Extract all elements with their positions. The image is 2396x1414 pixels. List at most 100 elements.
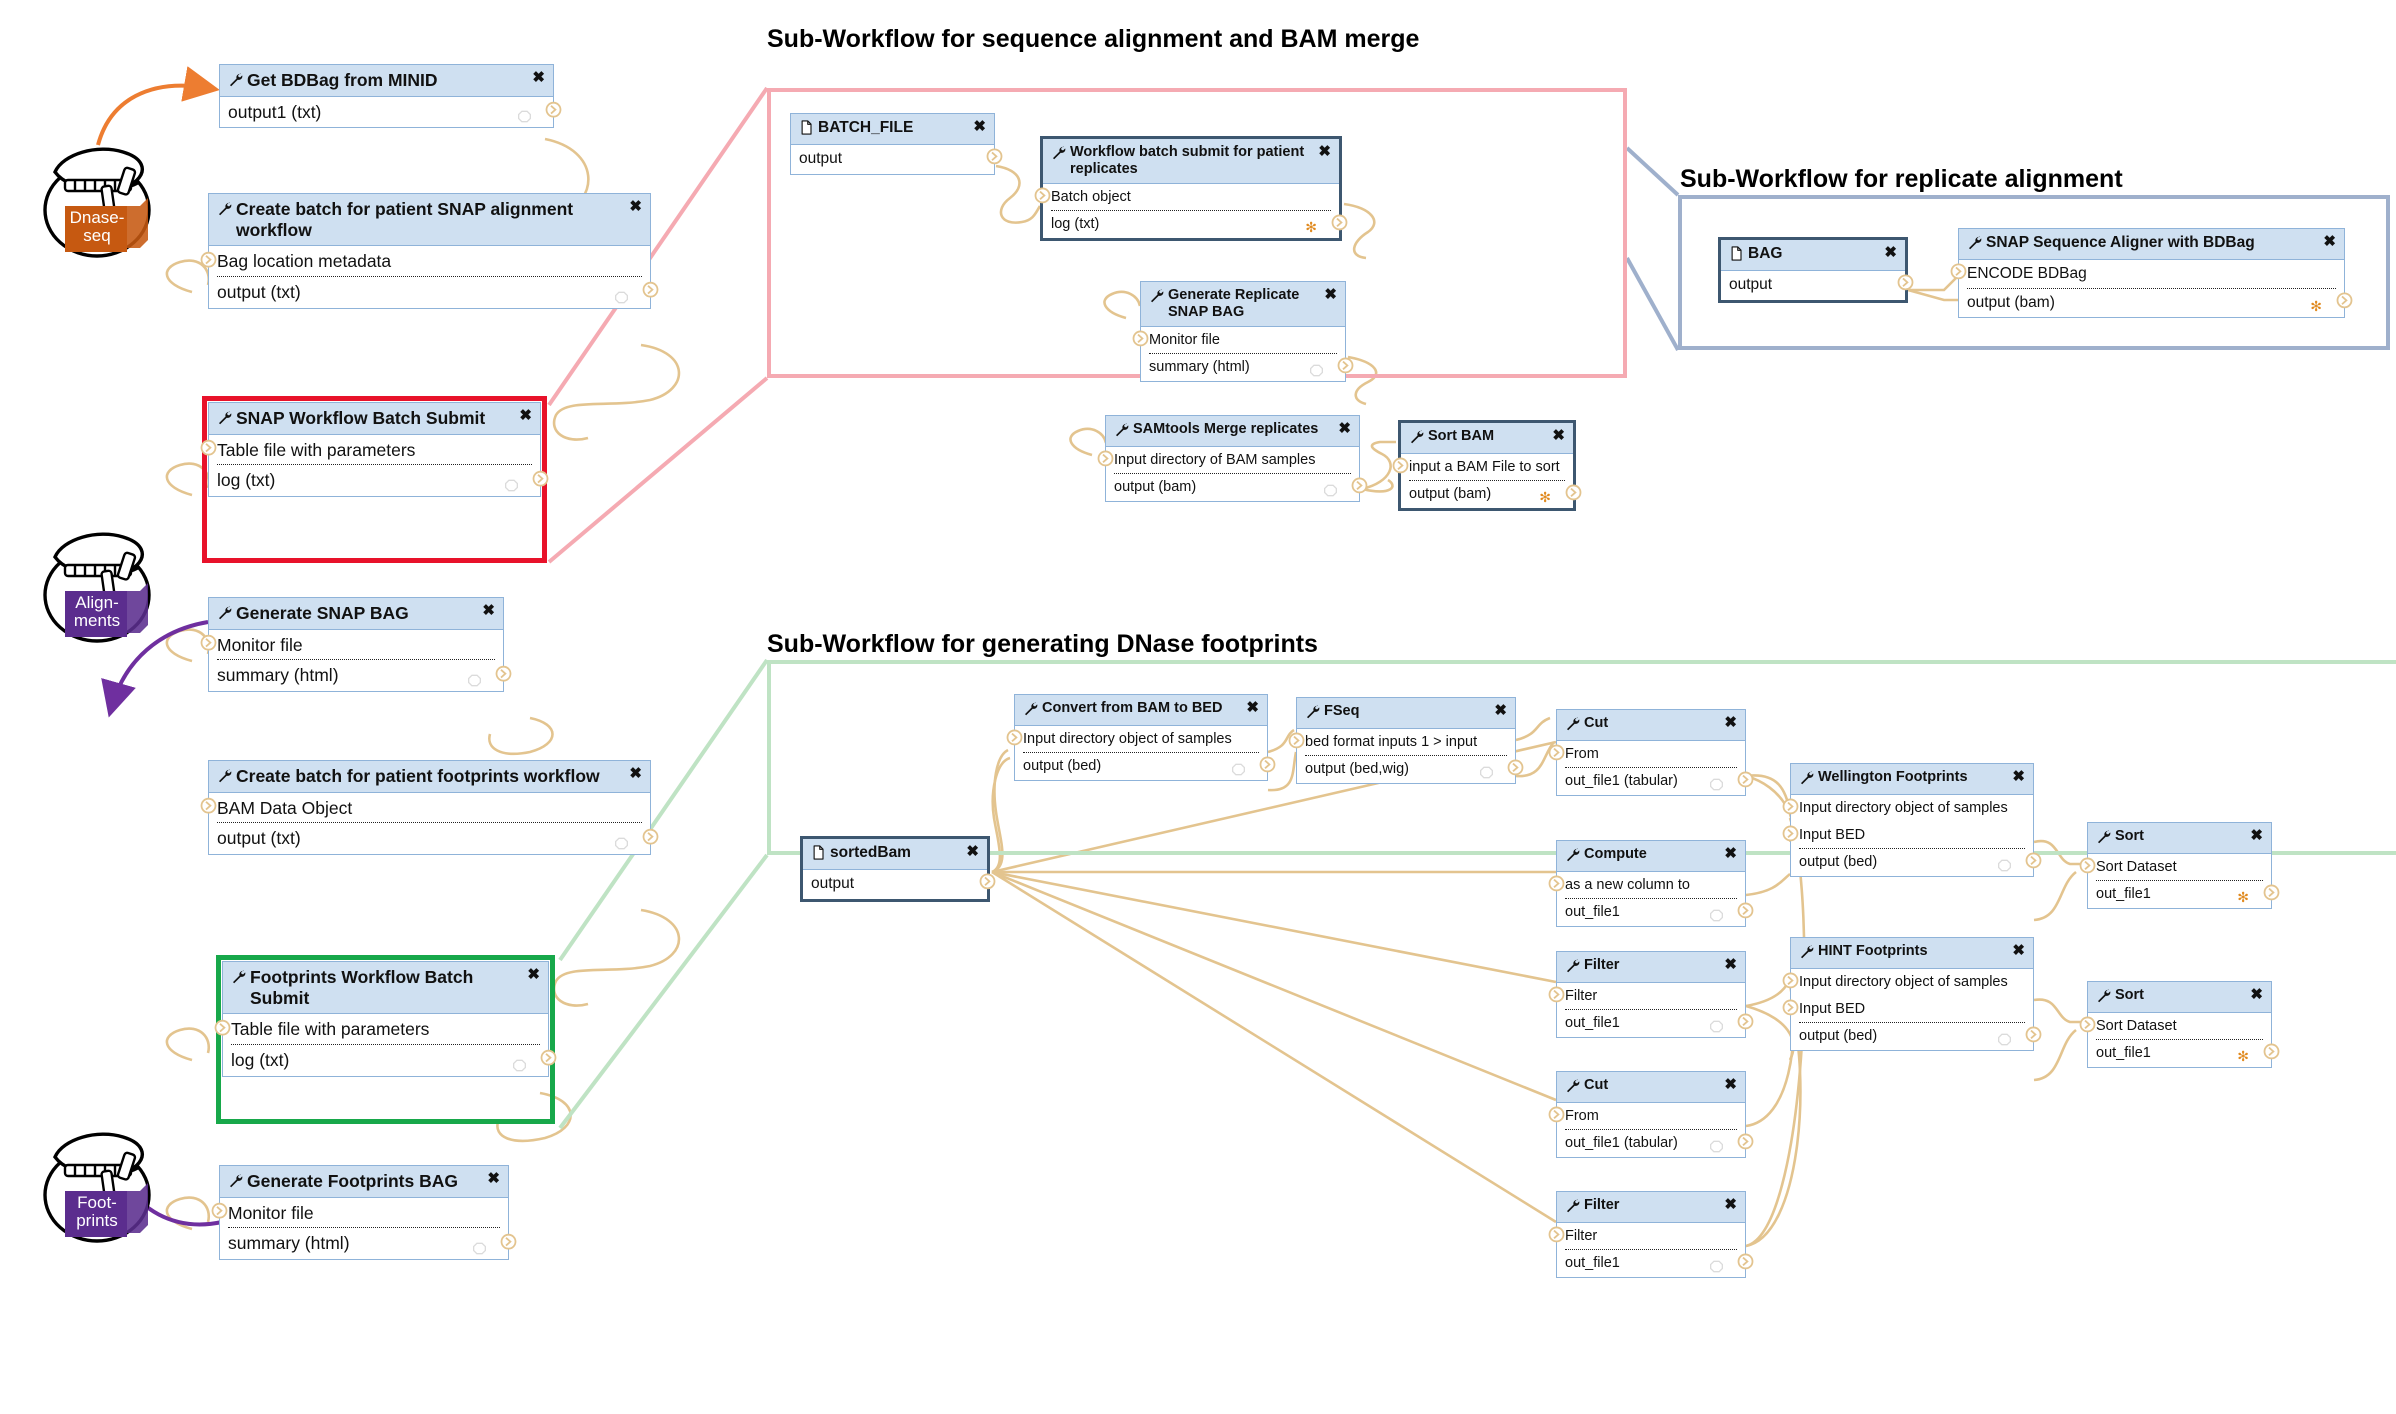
node-header[interactable]: SNAP Sequence Aligner with BDBag ✖ bbox=[1959, 229, 2344, 261]
output-port-icon[interactable] bbox=[642, 828, 659, 850]
close-icon[interactable]: ✖ bbox=[527, 966, 540, 984]
input-port-icon[interactable] bbox=[2079, 857, 2096, 879]
output-port-icon[interactable] bbox=[1351, 477, 1368, 499]
node-create-batch-footprints[interactable]: Create batch for patient footprints work… bbox=[200, 760, 659, 855]
node-header[interactable]: Cut ✖ bbox=[1557, 710, 1745, 742]
node-footprints-workflow-batch-submit[interactable]: Footprints Workflow Batch Submit ✖ Table f… bbox=[214, 961, 557, 1077]
node-header[interactable]: Filter ✖ bbox=[1557, 952, 1745, 984]
close-icon[interactable]: ✖ bbox=[532, 69, 545, 87]
output-port-icon[interactable] bbox=[2263, 1043, 2280, 1065]
close-icon[interactable]: ✖ bbox=[629, 198, 642, 216]
close-icon[interactable]: ✖ bbox=[1724, 956, 1737, 974]
node-row[interactable]: summary (html) bbox=[220, 1228, 517, 1259]
node-header[interactable]: Workflow batch submit for patient replic… bbox=[1043, 139, 1339, 185]
output-port-icon[interactable] bbox=[1737, 771, 1754, 793]
node-row[interactable]: out_file1 (tabular) bbox=[1557, 1130, 1754, 1157]
node-row[interactable]: ENCODE BDBag bbox=[1950, 260, 2344, 289]
node-row[interactable]: From bbox=[1548, 741, 1745, 769]
node-row[interactable]: output (bed) bbox=[1015, 753, 1276, 780]
output-port-icon[interactable] bbox=[1331, 214, 1348, 236]
input-port-icon[interactable] bbox=[200, 634, 217, 656]
input-port-icon[interactable] bbox=[1392, 457, 1409, 479]
node-row[interactable]: log (txt) ✻ bbox=[1043, 211, 1348, 238]
node-samtools-merge-replicates[interactable]: SAMtools Merge replicates ✖ Input director… bbox=[1097, 415, 1368, 503]
close-icon[interactable]: ✖ bbox=[487, 1170, 500, 1188]
close-icon[interactable]: ✖ bbox=[1724, 1076, 1737, 1094]
output-port-icon[interactable] bbox=[1737, 1013, 1754, 1035]
close-icon[interactable]: ✖ bbox=[1552, 427, 1565, 445]
node-sort-2[interactable]: Sort ✖ Sort Dataset out_file1 ✻ bbox=[2079, 981, 2280, 1069]
node-header[interactable]: Create batch for patient SNAP alignment … bbox=[209, 194, 650, 247]
node-hint-footprints[interactable]: HINT Footprints ✖ Input directory object o… bbox=[1782, 937, 2042, 1052]
output-port-icon[interactable] bbox=[500, 1233, 517, 1255]
node-row[interactable]: output bbox=[803, 870, 996, 898]
node-header[interactable]: HINT Footprints ✖ bbox=[1791, 938, 2033, 970]
close-icon[interactable]: ✖ bbox=[1724, 714, 1737, 732]
close-icon[interactable]: ✖ bbox=[966, 843, 979, 861]
node-row[interactable]: out_file1 bbox=[1557, 1010, 1754, 1037]
node-header[interactable]: Wellington Footprints ✖ bbox=[1791, 764, 2033, 796]
output-port-icon[interactable] bbox=[545, 101, 562, 123]
close-icon[interactable]: ✖ bbox=[519, 407, 532, 425]
output-port-icon[interactable] bbox=[1337, 357, 1354, 379]
input-port-icon[interactable] bbox=[1548, 875, 1565, 897]
input-port-icon[interactable] bbox=[200, 797, 217, 819]
output-port-icon[interactable] bbox=[1897, 274, 1914, 296]
node-header[interactable]: Compute ✖ bbox=[1557, 841, 1745, 873]
node-generate-footprints-bag[interactable]: Generate Footprints BAG ✖ Monitor file summ… bbox=[211, 1165, 517, 1260]
node-row[interactable]: Table file with parameters bbox=[200, 435, 540, 466]
input-port-icon[interactable] bbox=[211, 1202, 228, 1224]
node-row[interactable]: Filter bbox=[1548, 983, 1745, 1011]
node-row[interactable]: Input directory of BAM samples bbox=[1097, 447, 1359, 475]
input-port-icon[interactable] bbox=[1132, 330, 1149, 352]
input-port-icon[interactable] bbox=[200, 251, 217, 273]
node-header[interactable]: Footprints Workflow Batch Submit ✖ bbox=[223, 962, 548, 1015]
node-generate-replicate-snap-bag[interactable]: Generate Replicate SNAP BAG ✖ Monitor file… bbox=[1132, 281, 1354, 383]
close-icon[interactable]: ✖ bbox=[2250, 827, 2263, 845]
node-header[interactable]: Generate SNAP BAG ✖ bbox=[209, 598, 503, 630]
node-header[interactable]: sortedBam ✖ bbox=[803, 839, 987, 871]
node-get-bdbag-from-minid[interactable]: Get BDBag from MINID ✖ output1 (txt) bbox=[219, 64, 562, 129]
node-bag-input[interactable]: BAG ✖ output bbox=[1718, 237, 1914, 303]
node-filter-1[interactable]: Filter ✖ Filter out_file1 bbox=[1548, 951, 1754, 1039]
node-row[interactable]: output (bam) ✻ bbox=[1959, 289, 2353, 317]
close-icon[interactable]: ✖ bbox=[2250, 986, 2263, 1004]
node-header[interactable]: Sort ✖ bbox=[2088, 823, 2271, 855]
node-row[interactable]: output bbox=[1721, 271, 1914, 299]
node-row[interactable]: output (bed,wig) bbox=[1297, 756, 1524, 783]
close-icon[interactable]: ✖ bbox=[1494, 702, 1507, 720]
node-header[interactable]: BATCH_FILE ✖ bbox=[791, 114, 994, 146]
input-port-icon[interactable] bbox=[1782, 972, 1799, 994]
output-port-icon[interactable] bbox=[540, 1049, 557, 1071]
node-header[interactable]: Filter ✖ bbox=[1557, 1192, 1745, 1224]
node-create-batch-snap[interactable]: Create batch for patient SNAP alignment … bbox=[200, 193, 659, 309]
output-port-icon[interactable] bbox=[1737, 902, 1754, 924]
node-row[interactable]: output (txt) bbox=[209, 277, 659, 308]
output-port-icon[interactable] bbox=[979, 873, 996, 895]
node-cut-2[interactable]: Cut ✖ From out_file1 (tabular) bbox=[1548, 1071, 1754, 1159]
input-port-icon[interactable] bbox=[200, 439, 217, 461]
output-port-icon[interactable] bbox=[642, 281, 659, 303]
node-row[interactable]: BAM Data Object bbox=[200, 793, 650, 824]
output-port-icon[interactable] bbox=[1737, 1133, 1754, 1155]
node-row[interactable]: log (txt) bbox=[209, 465, 549, 496]
output-port-icon[interactable] bbox=[1737, 1253, 1754, 1275]
node-snap-sequence-aligner-with-bdbag[interactable]: SNAP Sequence Aligner with BDBag ✖ ENCODE … bbox=[1950, 228, 2353, 318]
node-row[interactable]: out_file1 bbox=[1557, 899, 1754, 926]
node-row[interactable]: output (bam) ✻ bbox=[1401, 481, 1582, 508]
input-port-icon[interactable] bbox=[2079, 1016, 2096, 1038]
close-icon[interactable]: ✖ bbox=[1884, 244, 1897, 262]
node-row[interactable]: log (txt) bbox=[223, 1045, 557, 1076]
input-port-icon[interactable] bbox=[1006, 729, 1023, 751]
node-row[interactable]: output (bed) bbox=[1791, 1023, 2042, 1050]
node-header[interactable]: SAMtools Merge replicates ✖ bbox=[1106, 416, 1359, 448]
close-icon[interactable]: ✖ bbox=[629, 765, 642, 783]
node-row[interactable]: out_file1 (tabular) bbox=[1557, 768, 1754, 795]
output-port-icon[interactable] bbox=[1507, 759, 1524, 781]
node-row[interactable]: output bbox=[791, 145, 1003, 173]
input-port-icon[interactable] bbox=[1034, 187, 1051, 209]
node-header[interactable]: SNAP Workflow Batch Submit ✖ bbox=[209, 403, 540, 435]
close-icon[interactable]: ✖ bbox=[2012, 768, 2025, 786]
node-row[interactable]: Input BED bbox=[1782, 996, 2033, 1024]
node-row[interactable]: Input directory object of samples bbox=[1782, 795, 2033, 822]
